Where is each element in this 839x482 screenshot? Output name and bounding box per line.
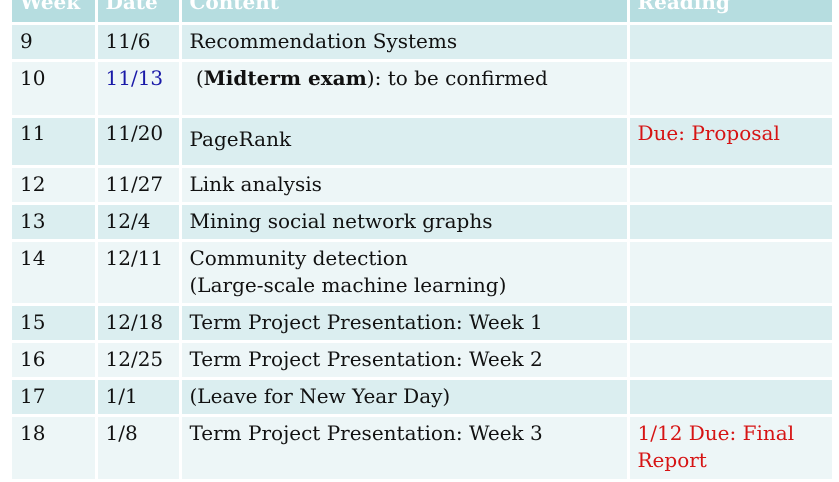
content-cell: Community detection (Large-scale machine … <box>180 240 630 306</box>
table-row: 17 1/1 (Leave for New Year Day) <box>12 378 832 417</box>
course-schedule-table: Week Date Content Reading 9 11/6 Recomme… <box>12 0 832 482</box>
content-cell: Mining social network graphs <box>180 203 630 242</box>
content-line-2: (Large-scale machine learning) <box>189 273 507 297</box>
week-cell: 11 <box>12 116 98 168</box>
content-cell: Term Project Presentation: Week 2 <box>180 341 630 380</box>
header-reading: Reading <box>628 0 832 25</box>
reading-cell <box>628 166 832 205</box>
week-cell: 13 <box>12 203 98 242</box>
content-cell: Recommendation Systems <box>180 23 630 62</box>
reading-cell: Due: Proposal <box>628 116 832 168</box>
reading-cell <box>628 60 832 118</box>
date-cell: 11/6 <box>96 23 182 62</box>
date-cell: 12/25 <box>96 341 182 380</box>
date-cell: 12/4 <box>96 203 182 242</box>
midterm-label: Midterm exam <box>203 66 367 90</box>
header-date: Date <box>96 0 182 25</box>
content-cell: PageRank <box>180 116 630 168</box>
reading-line-1: 1/12 Due: Final <box>637 421 795 445</box>
table-row: 12 11/27 Link analysis <box>12 166 832 205</box>
header-content: Content <box>180 0 630 25</box>
date-cell: 1/1 <box>96 378 182 417</box>
content-cell: Term Project Presentation: Week 1 <box>180 304 630 343</box>
reading-line-2: Report <box>637 448 707 472</box>
date-cell: 11/27 <box>96 166 182 205</box>
table-row: 10 11/13 (Midterm exam): to be confirmed <box>12 60 832 118</box>
content-line-1: Community detection <box>189 246 408 270</box>
content-cell: (Midterm exam): to be confirmed <box>180 60 630 118</box>
reading-cell <box>628 203 832 242</box>
reading-cell <box>628 240 832 306</box>
table-row: 14 12/11 Community detection (Large-scale… <box>12 240 832 306</box>
table-row: 16 12/25 Term Project Presentation: Week… <box>12 341 832 380</box>
date-cell: 12/18 <box>96 304 182 343</box>
content-cell: Term Project Presentation: Week 3 <box>180 415 630 482</box>
content-pre: ( <box>195 66 204 90</box>
date-cell: 11/20 <box>96 116 182 168</box>
week-cell: 17 <box>12 378 98 417</box>
reading-cell: 1/12 Due: Final Report <box>628 415 832 482</box>
date-cell: 1/8 <box>96 415 182 482</box>
week-cell: 18 <box>12 415 98 482</box>
header-week: Week <box>12 0 98 25</box>
schedule-table-wrapper: Week Date Content Reading 9 11/6 Recomme… <box>12 0 832 482</box>
table-row: 15 12/18 Term Project Presentation: Week… <box>12 304 832 343</box>
week-cell: 16 <box>12 341 98 380</box>
reading-cell <box>628 304 832 343</box>
date-cell: 12/11 <box>96 240 182 306</box>
table-header-row: Week Date Content Reading <box>12 0 832 25</box>
reading-cell <box>628 378 832 417</box>
date-cell: 11/13 <box>96 60 182 118</box>
content-cell: (Leave for New Year Day) <box>180 378 630 417</box>
week-cell: 9 <box>12 23 98 62</box>
reading-cell <box>628 23 832 62</box>
reading-cell <box>628 341 832 380</box>
table-row: 11 11/20 PageRank Due: Proposal <box>12 116 832 168</box>
content-cell: Link analysis <box>180 166 630 205</box>
week-cell: 15 <box>12 304 98 343</box>
week-cell: 12 <box>12 166 98 205</box>
table-row: 18 1/8 Term Project Presentation: Week 3… <box>12 415 832 482</box>
table-row: 9 11/6 Recommendation Systems <box>12 23 832 62</box>
content-post: ): to be confirmed <box>366 66 548 90</box>
week-cell: 10 <box>12 60 98 118</box>
table-row: 13 12/4 Mining social network graphs <box>12 203 832 242</box>
week-cell: 14 <box>12 240 98 306</box>
